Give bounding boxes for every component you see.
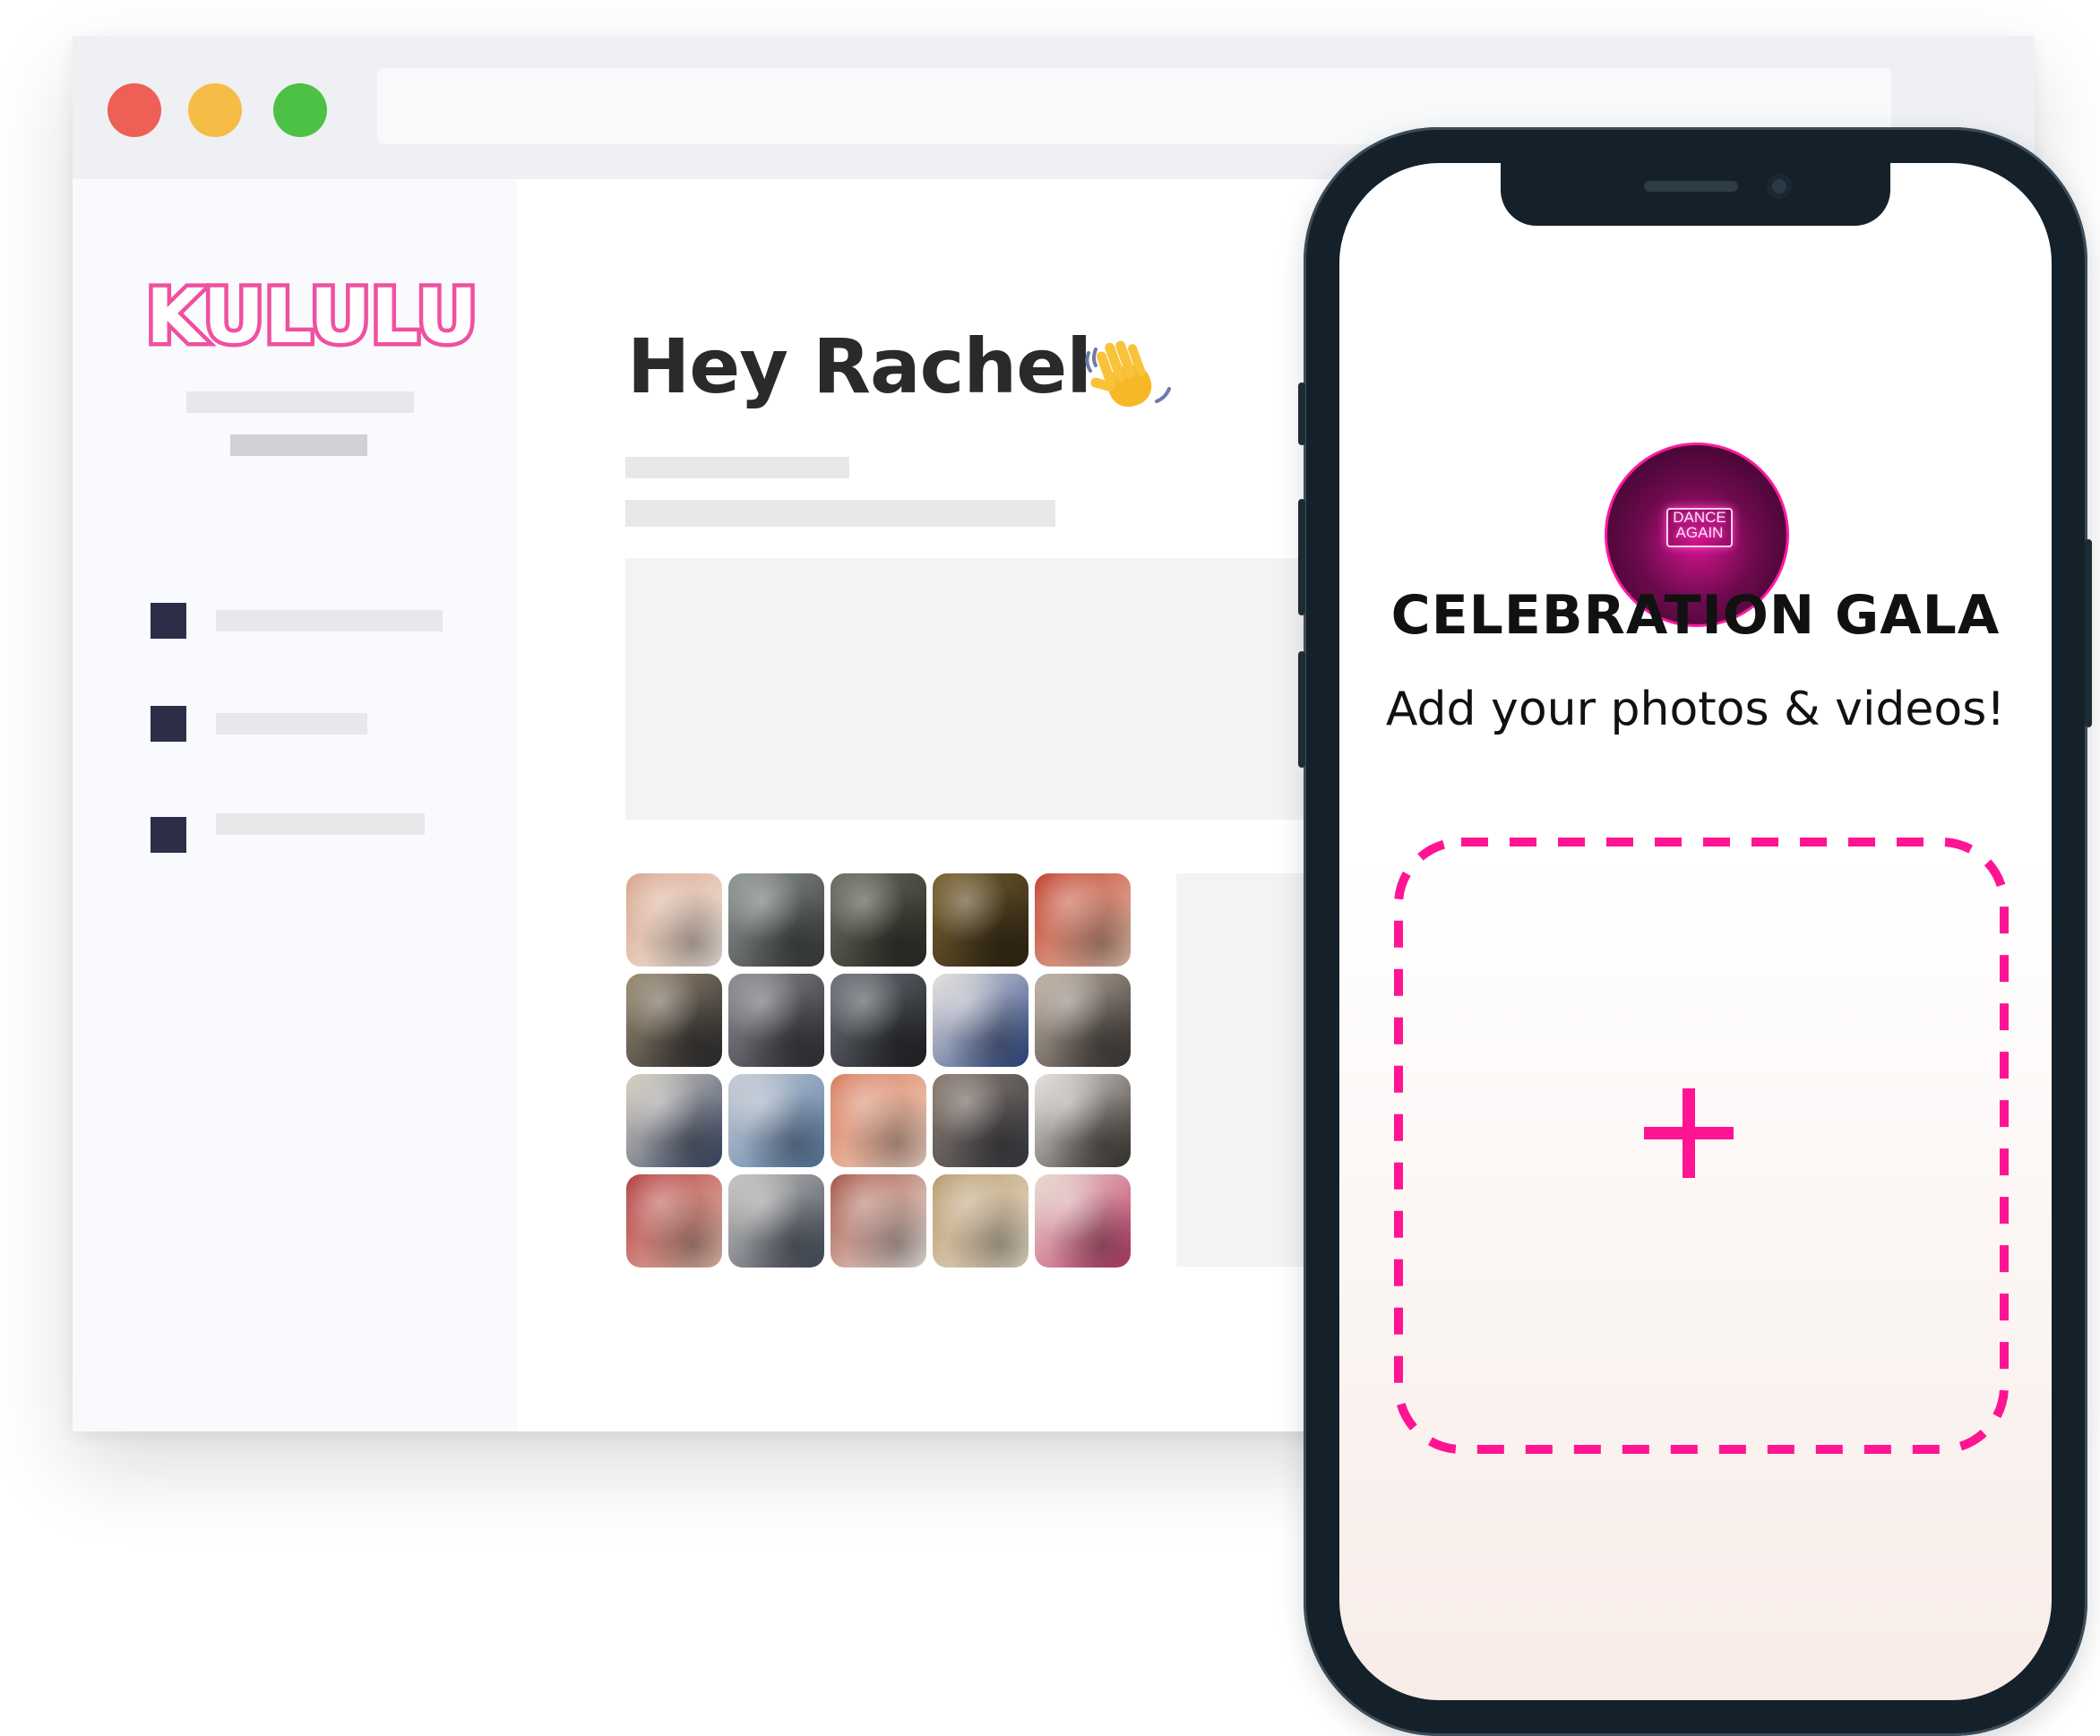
sidebar-nav-label-1[interactable]: [216, 610, 443, 632]
photo-thumbnail[interactable]: [1035, 1074, 1131, 1167]
sidebar-nav-label-2[interactable]: [216, 713, 367, 735]
photo-thumbnail[interactable]: [1035, 873, 1131, 967]
kululu-logo[interactable]: KULULU: [146, 271, 486, 357]
front-camera-icon: [1767, 174, 1792, 199]
plus-icon[interactable]: [1644, 1088, 1734, 1178]
speaker-grille: [1644, 181, 1738, 192]
photo-thumbnail[interactable]: [1035, 1174, 1131, 1268]
photo-thumbnail[interactable]: [831, 873, 926, 967]
sidebar: KULULU: [73, 179, 517, 1431]
waving-hand-icon: [1085, 340, 1171, 408]
avatar-neon-sign: DANCE AGAIN: [1666, 508, 1733, 547]
photo-gallery-grid: [626, 873, 1131, 1268]
photo-thumbnail[interactable]: [933, 1074, 1028, 1167]
volume-up-button: [1298, 499, 1305, 615]
phone-mockup: DANCE AGAIN CELEBRATION GALA Add your ph…: [1298, 127, 2092, 1736]
event-subtitle: Add your photos & videos!: [1385, 683, 2006, 736]
photo-thumbnail[interactable]: [831, 1174, 926, 1268]
minimize-window-button[interactable]: [188, 83, 242, 137]
logo-text: KULULU: [146, 272, 478, 357]
upload-dropzone[interactable]: [1394, 838, 2009, 1454]
photo-thumbnail[interactable]: [1035, 974, 1131, 1067]
power-button: [2085, 539, 2092, 727]
photo-thumbnail[interactable]: [728, 974, 824, 1067]
profile-name-placeholder: [186, 391, 414, 413]
photo-thumbnail[interactable]: [626, 1074, 722, 1167]
photo-thumbnail[interactable]: [728, 1074, 824, 1167]
photo-thumbnail[interactable]: [933, 873, 1028, 967]
photo-thumbnail[interactable]: [728, 873, 824, 967]
photo-thumbnail[interactable]: [933, 974, 1028, 1067]
sidebar-nav-label-3[interactable]: [216, 813, 425, 835]
photo-thumbnail[interactable]: [933, 1174, 1028, 1268]
photo-thumbnail[interactable]: [831, 974, 926, 1067]
volume-down-button: [1298, 651, 1305, 768]
sidebar-nav-icon-1[interactable]: [151, 603, 186, 639]
event-title: CELEBRATION GALA: [1390, 584, 2001, 647]
phone-screen: DANCE AGAIN CELEBRATION GALA Add your ph…: [1339, 163, 2052, 1700]
photo-thumbnail[interactable]: [626, 1174, 722, 1268]
phone-notch: [1501, 163, 1890, 226]
photo-thumbnail[interactable]: [626, 974, 722, 1067]
mute-switch: [1298, 382, 1305, 445]
photo-thumbnail[interactable]: [728, 1174, 824, 1268]
greeting-title: Hey Rachel: [627, 322, 1092, 410]
maximize-window-button[interactable]: [273, 83, 327, 137]
content-line-1: [625, 457, 849, 478]
profile-subtitle-placeholder: [230, 434, 367, 456]
photo-thumbnail[interactable]: [831, 1074, 926, 1167]
photo-thumbnail[interactable]: [626, 873, 722, 967]
close-window-button[interactable]: [108, 83, 161, 137]
content-line-2: [625, 500, 1055, 527]
sidebar-nav-icon-2[interactable]: [151, 706, 186, 742]
sidebar-nav-icon-3[interactable]: [151, 817, 186, 853]
content-card-placeholder: [625, 558, 1360, 820]
